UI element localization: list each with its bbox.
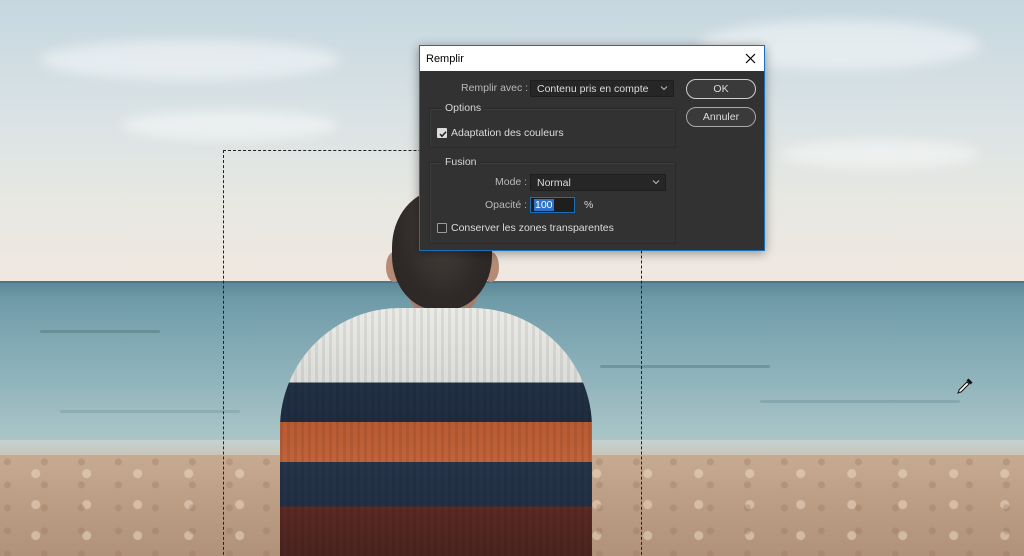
- opacity-value: 100: [534, 199, 554, 211]
- chevron-down-icon: [660, 86, 668, 91]
- fill-with-value: Contenu pris en compte: [537, 82, 649, 95]
- preserve-transparency-checkbox[interactable]: [437, 223, 447, 233]
- color-adaptation-label[interactable]: Adaptation des couleurs: [451, 127, 564, 139]
- fusion-group-title: Fusion: [442, 156, 480, 168]
- close-icon: [745, 53, 755, 63]
- cloud: [120, 110, 340, 140]
- opacity-label: Opacité :: [485, 199, 528, 211]
- mode-label: Mode :: [495, 176, 528, 188]
- fill-dialog: Remplir Remplir avec : Contenu pris en c…: [419, 45, 765, 251]
- ok-button[interactable]: OK: [686, 79, 756, 99]
- preserve-transparency-label[interactable]: Conserver les zones transparentes: [451, 222, 614, 234]
- chevron-down-icon: [652, 180, 660, 185]
- wave: [40, 330, 160, 333]
- cloud: [40, 40, 340, 80]
- opacity-input[interactable]: 100: [530, 197, 575, 213]
- dialog-titlebar[interactable]: Remplir: [420, 46, 764, 71]
- eyedropper-icon: [957, 378, 973, 394]
- options-group-title: Options: [442, 102, 485, 114]
- opacity-unit: %: [584, 199, 594, 211]
- mode-select[interactable]: Normal: [530, 174, 666, 191]
- close-button[interactable]: [740, 48, 760, 68]
- mode-value: Normal: [537, 176, 571, 189]
- checkmark-icon: [439, 131, 447, 138]
- cloud: [780, 140, 980, 168]
- wave: [760, 400, 960, 403]
- fill-with-select[interactable]: Contenu pris en compte: [530, 80, 674, 97]
- color-adaptation-checkbox[interactable]: [437, 128, 447, 138]
- cancel-button[interactable]: Annuler: [686, 107, 756, 127]
- dialog-title: Remplir: [426, 52, 464, 65]
- wave: [60, 410, 240, 413]
- fill-with-label: Remplir avec :: [461, 82, 529, 94]
